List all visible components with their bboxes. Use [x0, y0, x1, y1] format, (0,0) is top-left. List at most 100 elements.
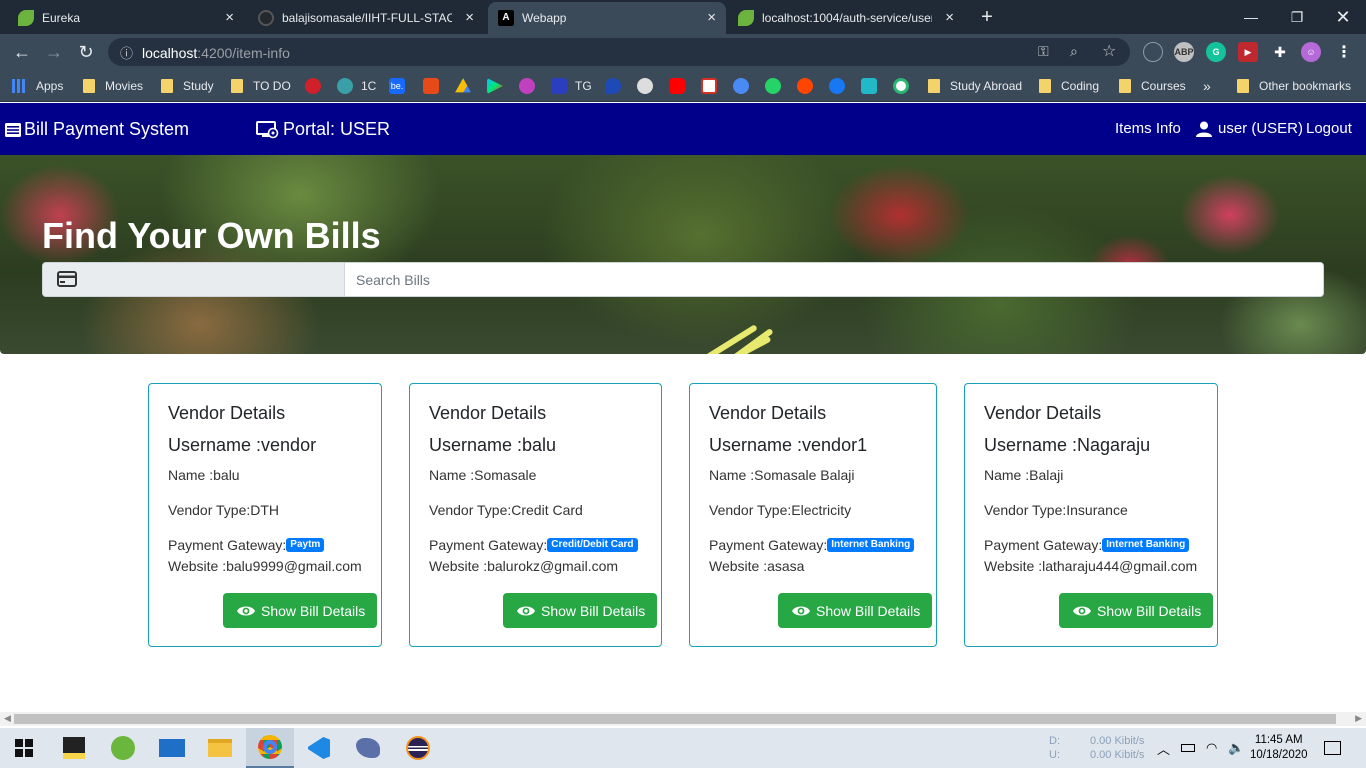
bookmark-play[interactable]	[487, 77, 503, 95]
bookmark-github[interactable]	[637, 77, 653, 95]
scrollbar-thumb[interactable]	[14, 714, 1336, 724]
show-bill-details-button[interactable]: Show Bill Details	[503, 593, 658, 628]
bookmark-whatsapp[interactable]	[765, 77, 781, 95]
card-title: Vendor Details	[709, 403, 827, 423]
bookmark-movies[interactable]: Movies	[83, 77, 143, 95]
close-window-button[interactable]: ✕	[1320, 0, 1366, 34]
taskbar-vscode[interactable]	[295, 728, 343, 768]
show-bill-details-button[interactable]: Show Bill Details	[1059, 593, 1214, 628]
nav-items-info[interactable]: Items Info	[1115, 120, 1181, 137]
extensions-puzzle-icon[interactable]: ✚	[1270, 42, 1290, 62]
wifi-icon[interactable]: ◠	[1206, 728, 1217, 768]
reload-button[interactable]: ↻	[74, 40, 98, 64]
new-tab-button[interactable]: +	[972, 0, 1002, 34]
grammarly-icon[interactable]: G	[1206, 42, 1226, 62]
taskbar-mail[interactable]	[148, 728, 196, 768]
list-icon	[5, 122, 21, 137]
eclipse-icon	[406, 736, 430, 760]
key-icon[interactable]: ⚿	[1038, 43, 1049, 60]
back-button[interactable]: ←	[10, 40, 34, 64]
address-bar[interactable]: ⓘ localhost:4200/item-info ⚿ ⌕ ☆	[108, 38, 1130, 66]
search-input[interactable]	[345, 263, 1323, 296]
bookmark-other[interactable]: Other bookmarks	[1237, 77, 1351, 95]
action-center-icon[interactable]	[1324, 728, 1341, 768]
bookmark-facebook[interactable]	[829, 77, 845, 95]
chrome-icon	[258, 735, 282, 759]
bookmark-todo[interactable]: TO DO	[231, 77, 291, 95]
adblock-icon[interactable]: ABP	[1174, 42, 1194, 62]
eye-icon	[517, 606, 535, 615]
volume-icon[interactable]: 🔈	[1228, 728, 1244, 768]
nav-user[interactable]: user (USER)	[1196, 120, 1303, 137]
bookmark-duo[interactable]	[733, 77, 749, 95]
bookmark-office[interactable]	[423, 77, 439, 95]
search-prepend	[43, 263, 345, 296]
close-icon[interactable]: ×	[707, 10, 716, 25]
restore-button[interactable]: ❐	[1274, 0, 1320, 34]
taskbar-chrome[interactable]	[246, 728, 294, 768]
scroll-left-arrow-icon[interactable]: ◀	[4, 713, 11, 724]
bookmark-gmail[interactable]	[701, 77, 717, 95]
info-icon[interactable]: ⓘ	[120, 43, 133, 62]
bookmark-study[interactable]: Study	[161, 77, 214, 95]
tab-webapp[interactable]: A Webapp ×	[488, 2, 726, 34]
bookmark-behance[interactable]: be.	[389, 77, 405, 95]
bookmark-circle[interactable]	[519, 77, 535, 95]
bookmark-courses[interactable]: Courses	[1119, 77, 1186, 95]
bookmark-study-abroad[interactable]: Study Abroad	[928, 77, 1022, 95]
bookmark-sync[interactable]	[893, 77, 909, 95]
bookmark-tg[interactable]: TG	[551, 77, 592, 95]
bookmark-n[interactable]	[861, 77, 877, 95]
card-title: Vendor Details	[984, 403, 1102, 423]
vendor-name: Name :Balaji	[984, 467, 1064, 483]
minimize-button[interactable]: —	[1228, 0, 1274, 34]
bookmark-star-icon[interactable]: ☆	[1102, 41, 1116, 61]
close-icon[interactable]: ×	[225, 10, 234, 25]
tab-title: Webapp	[522, 11, 567, 25]
vendor-username: Username :balu	[429, 435, 557, 455]
taskbar-file-explorer[interactable]	[196, 728, 244, 768]
battery-icon[interactable]	[1181, 728, 1195, 768]
show-bill-details-button[interactable]: Show Bill Details	[223, 593, 378, 628]
taskbar-mysql[interactable]	[344, 728, 392, 768]
windows-logo-icon	[15, 739, 33, 757]
bookmarks-overflow[interactable]: »	[1203, 77, 1211, 95]
profile-avatar-icon[interactable]: ☺	[1301, 42, 1321, 62]
bookmark-drive[interactable]	[455, 77, 471, 95]
tab-eureka[interactable]: Eureka ×	[8, 2, 244, 34]
zoom-icon[interactable]: ⌕	[1070, 43, 1078, 60]
close-icon[interactable]: ×	[945, 10, 954, 25]
taskbar-sticky-notes[interactable]	[50, 728, 98, 768]
forward-button[interactable]: →	[42, 40, 66, 64]
clock[interactable]: 11:45 AM 10/18/2020	[1250, 728, 1308, 768]
nav-logout[interactable]: Logout	[1306, 120, 1352, 137]
bookmark-1c[interactable]: 1C	[337, 77, 376, 95]
close-icon[interactable]: ×	[465, 10, 474, 25]
mail-icon	[159, 739, 185, 757]
url-text: localhost:4200/item-info	[142, 45, 290, 61]
bookmark-apps[interactable]: Apps	[12, 77, 63, 95]
bookmark-coding[interactable]: Coding	[1039, 77, 1099, 95]
button-label: Show Bill Details	[816, 602, 921, 619]
vendor-gateway: Payment Gateway: Credit/Debit Card	[429, 536, 661, 557]
button-label: Show Bill Details	[541, 602, 646, 619]
brand[interactable]: Bill Payment System	[4, 119, 189, 140]
menu-kebab-icon[interactable]: ⋮	[1334, 42, 1354, 62]
show-bill-details-button[interactable]: Show Bill Details	[778, 593, 933, 628]
bookmark-shield[interactable]	[605, 77, 621, 95]
bookmark-youtube[interactable]	[669, 77, 685, 95]
extension-red-icon[interactable]: ▶	[1238, 42, 1258, 62]
scroll-right-arrow-icon[interactable]: ▶	[1355, 713, 1362, 724]
start-button[interactable]	[0, 728, 48, 768]
tab-title: Eureka	[42, 11, 81, 25]
pocket-icon[interactable]	[1143, 42, 1163, 62]
eye-icon	[792, 606, 810, 615]
bookmark-opera[interactable]	[305, 77, 321, 95]
bookmark-reddit[interactable]	[797, 77, 813, 95]
tab-auth-service[interactable]: localhost:1004/auth-service/user ×	[728, 2, 964, 34]
taskbar-eclipse[interactable]	[394, 728, 442, 768]
taskbar-utorrent[interactable]	[99, 728, 147, 768]
tray-chevron-icon[interactable]: ︿	[1157, 728, 1170, 768]
tab-github[interactable]: balajisomasale/IIHT-FULL-STACK ×	[248, 2, 484, 34]
horizontal-scrollbar[interactable]: ◀ ▶	[0, 712, 1366, 726]
